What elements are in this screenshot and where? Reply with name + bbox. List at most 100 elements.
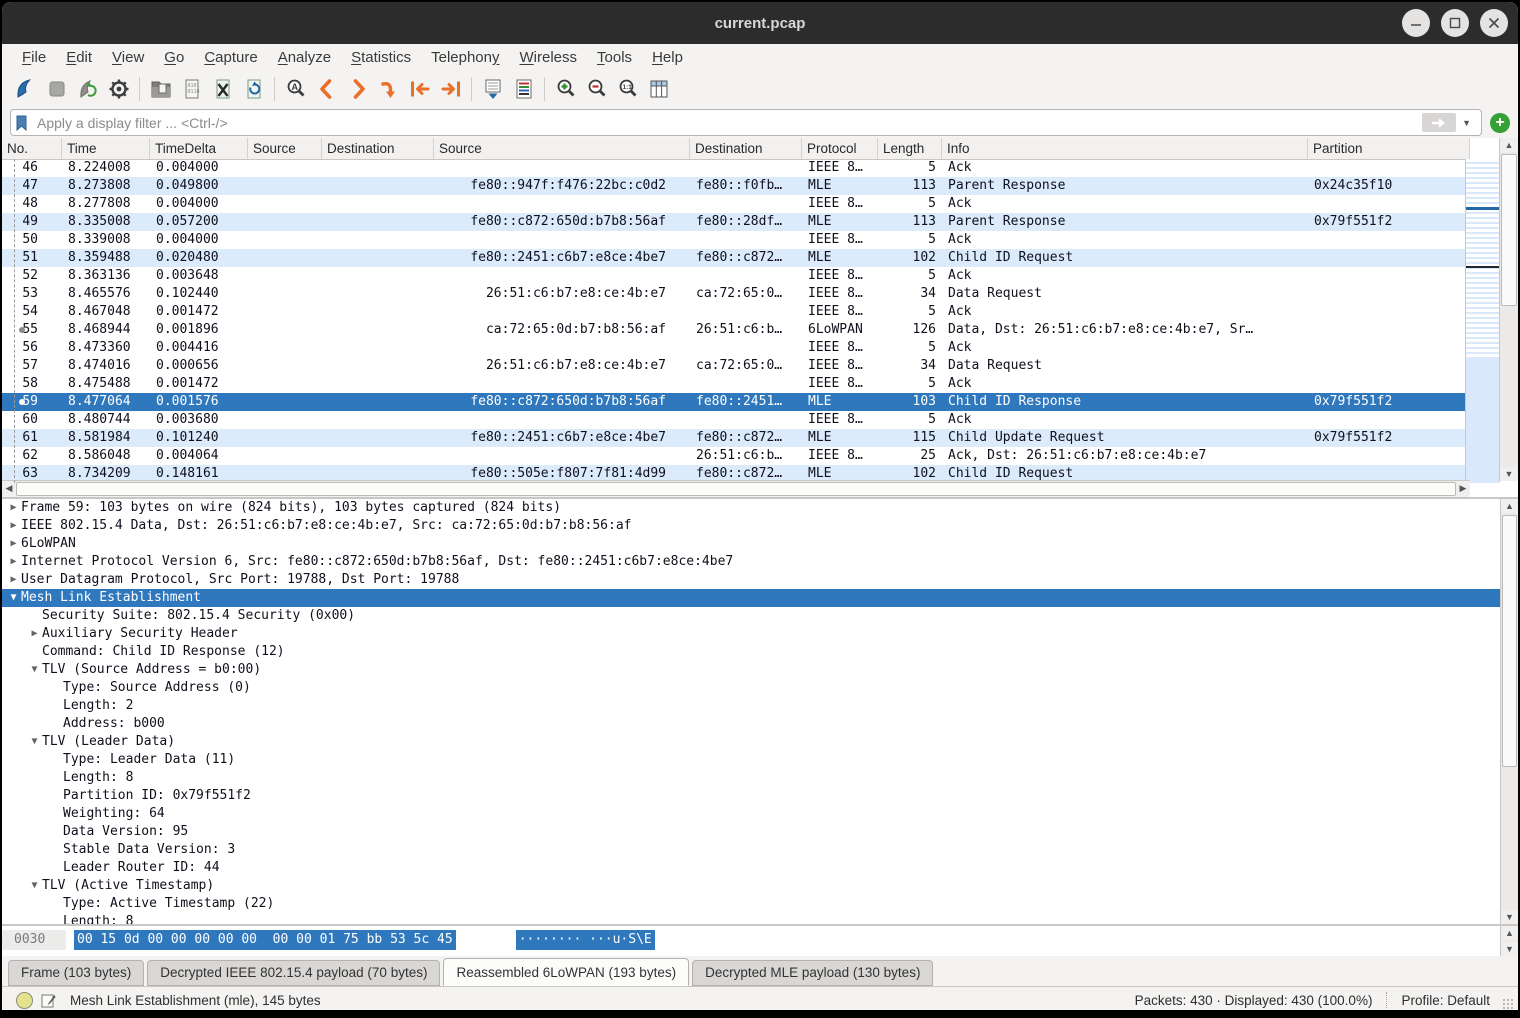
tree-item[interactable]: ▶User Datagram Protocol, Src Port: 19788…	[2, 571, 1518, 589]
byte-tab[interactable]: Frame (103 bytes)	[8, 960, 144, 986]
tree-item[interactable]: Type: Source Address (0)	[2, 679, 1518, 697]
menu-capture[interactable]: Capture	[194, 46, 267, 69]
column-header-length-8[interactable]: Length	[878, 138, 942, 159]
column-header-protocol-7[interactable]: Protocol	[802, 138, 878, 159]
scroll-down-icon[interactable]: ▼	[1501, 942, 1518, 956]
column-header-timedelta-2[interactable]: TimeDelta	[150, 138, 248, 159]
packet-row-50[interactable]: 508.3390080.004000IEEE 8…5Ack	[2, 231, 1470, 249]
packet-row-59[interactable]: 598.4770640.001576fe80::c872:650d:b7b8:5…	[2, 393, 1470, 411]
expander-collapsed-icon[interactable]: ▶	[6, 517, 21, 535]
filter-dropdown-icon[interactable]: ▼	[1456, 118, 1477, 128]
tree-item[interactable]: Type: Active Timestamp (22)	[2, 895, 1518, 913]
tree-item[interactable]: Length: 2	[2, 697, 1518, 715]
zoom-in-icon[interactable]	[550, 74, 581, 104]
stop-capture-icon[interactable]	[41, 74, 72, 104]
tree-item[interactable]: ▼TLV (Leader Data)	[2, 733, 1518, 751]
menu-tools[interactable]: Tools	[587, 46, 642, 69]
column-header-destination-6[interactable]: Destination	[690, 138, 802, 159]
intelligent-scrollbar[interactable]	[1465, 159, 1500, 483]
tree-item[interactable]: Address: b000	[2, 715, 1518, 733]
tree-item[interactable]: Data Version: 95	[2, 823, 1518, 841]
byte-tab[interactable]: Reassembled 6LoWPAN (193 bytes)	[443, 958, 689, 986]
expander-collapsed-icon[interactable]: ▶	[6, 571, 21, 589]
expert-info-icon[interactable]	[16, 992, 33, 1009]
capture-comment-icon[interactable]	[41, 993, 56, 1008]
packet-row-58[interactable]: 588.4754880.001472IEEE 8…5Ack	[2, 375, 1470, 393]
packet-row-57[interactable]: 578.4740160.00065626:51:c6:b7:e8:ce:4b:e…	[2, 357, 1470, 375]
close-file-icon[interactable]	[207, 74, 238, 104]
packet-row-52[interactable]: 528.3631360.003648IEEE 8…5Ack	[2, 267, 1470, 285]
scroll-up-icon[interactable]: ▲	[1501, 926, 1518, 940]
restart-capture-icon[interactable]	[72, 74, 103, 104]
expander-open-icon[interactable]: ▼	[27, 877, 42, 895]
byte-tab[interactable]: Decrypted MLE payload (130 bytes)	[692, 960, 933, 986]
column-header-time-1[interactable]: Time	[62, 138, 150, 159]
minimize-icon[interactable]	[1402, 9, 1430, 37]
packet-list-vscrollbar[interactable]: ▲ ▼	[1499, 138, 1518, 481]
packet-row-47[interactable]: 478.2738080.049800fe80::947f:f476:22bc:c…	[2, 177, 1470, 195]
menu-telephony[interactable]: Telephony	[421, 46, 509, 69]
first-packet-icon[interactable]	[404, 74, 435, 104]
menu-analyze[interactable]: Analyze	[268, 46, 341, 69]
tree-item[interactable]: ▶IEEE 802.15.4 Data, Dst: 26:51:c6:b7:e8…	[2, 517, 1518, 535]
expander-collapsed-icon[interactable]: ▶	[6, 499, 21, 517]
open-file-icon[interactable]	[145, 74, 176, 104]
expander-open-icon[interactable]: ▼	[27, 733, 42, 751]
packet-row-46[interactable]: 468.2240080.004000IEEE 8…5Ack	[2, 159, 1470, 177]
column-header-info-9[interactable]: Info	[942, 138, 1308, 159]
scroll-thumb[interactable]	[1501, 154, 1517, 306]
detail-vscrollbar[interactable]: ▲ ▼	[1500, 499, 1518, 924]
expander-collapsed-icon[interactable]: ▶	[27, 625, 42, 643]
go-back-icon[interactable]	[311, 74, 342, 104]
byte-tab[interactable]: Decrypted IEEE 802.15.4 payload (70 byte…	[147, 960, 440, 986]
tree-item[interactable]: Partition ID: 0x79f551f2	[2, 787, 1518, 805]
scroll-thumb[interactable]	[16, 482, 1456, 496]
go-forward-icon[interactable]	[342, 74, 373, 104]
title-bar[interactable]: current.pcap	[2, 2, 1518, 44]
auto-scroll-icon[interactable]	[477, 74, 508, 104]
status-profile[interactable]: Profile: Default	[1401, 993, 1490, 1008]
tree-item[interactable]: ▶Frame 59: 103 bytes on wire (824 bits),…	[2, 499, 1518, 517]
expander-open-icon[interactable]: ▼	[6, 589, 21, 607]
column-header-partition-10[interactable]: Partition	[1308, 138, 1470, 159]
packet-row-60[interactable]: 608.4807440.003680IEEE 8…5Ack	[2, 411, 1470, 429]
bytes-vscrollbar[interactable]: ▲ ▼	[1500, 926, 1518, 956]
hex-bytes[interactable]: 00 15 0d 00 00 00 00 00 00 00 01 75 bb 5…	[74, 930, 456, 950]
hex-row[interactable]: 0030 00 15 0d 00 00 00 00 00 00 00 01 75…	[2, 930, 1518, 950]
tree-item[interactable]: Command: Child ID Response (12)	[2, 643, 1518, 661]
zoom-original-icon[interactable]: 1:1	[612, 74, 643, 104]
maximize-icon[interactable]	[1441, 9, 1469, 37]
scroll-down-icon[interactable]: ▼	[1501, 910, 1518, 924]
scroll-thumb[interactable]	[1502, 515, 1517, 767]
tree-item[interactable]: ▼Mesh Link Establishment	[2, 589, 1518, 607]
tree-item[interactable]: Security Suite: 802.15.4 Security (0x00)	[2, 607, 1518, 625]
reload-file-icon[interactable]	[238, 74, 269, 104]
tree-item[interactable]: Length: 8	[2, 769, 1518, 787]
colorize-icon[interactable]	[508, 74, 539, 104]
scroll-down-icon[interactable]: ▼	[1500, 467, 1518, 481]
packet-row-55[interactable]: 558.4689440.001896ca:72:65:0d:b7:b8:56:a…	[2, 321, 1470, 339]
tree-item[interactable]: Stable Data Version: 3	[2, 841, 1518, 859]
close-icon[interactable]	[1480, 9, 1508, 37]
last-packet-icon[interactable]	[435, 74, 466, 104]
display-filter-box[interactable]: ▼	[10, 109, 1482, 136]
hex-ascii[interactable]: ········ ···u·S\E	[516, 930, 655, 950]
menu-edit[interactable]: Edit	[56, 46, 102, 69]
packet-row-54[interactable]: 548.4670480.001472IEEE 8…5Ack	[2, 303, 1470, 321]
goto-packet-icon[interactable]	[373, 74, 404, 104]
column-header-source-3[interactable]: Source	[248, 138, 322, 159]
packet-row-61[interactable]: 618.5819840.101240fe80::2451:c6b7:e8ce:4…	[2, 429, 1470, 447]
tree-item[interactable]: ▶6LoWPAN	[2, 535, 1518, 553]
tree-item[interactable]: Weighting: 64	[2, 805, 1518, 823]
tree-item[interactable]: Leader Router ID: 44	[2, 859, 1518, 877]
menu-file[interactable]: File	[12, 46, 56, 69]
resize-grip[interactable]	[1502, 998, 1514, 1010]
tree-item[interactable]: ▼TLV (Source Address = b0:00)	[2, 661, 1518, 679]
tree-item[interactable]: Type: Leader Data (11)	[2, 751, 1518, 769]
menu-statistics[interactable]: Statistics	[341, 46, 421, 69]
packet-list-hscrollbar[interactable]: ◀ ▶	[2, 480, 1470, 497]
packet-row-49[interactable]: 498.3350080.057200fe80::c872:650d:b7b8:5…	[2, 213, 1470, 231]
menu-go[interactable]: Go	[154, 46, 194, 69]
menu-view[interactable]: View	[102, 46, 154, 69]
find-packet-icon[interactable]: A	[280, 74, 311, 104]
